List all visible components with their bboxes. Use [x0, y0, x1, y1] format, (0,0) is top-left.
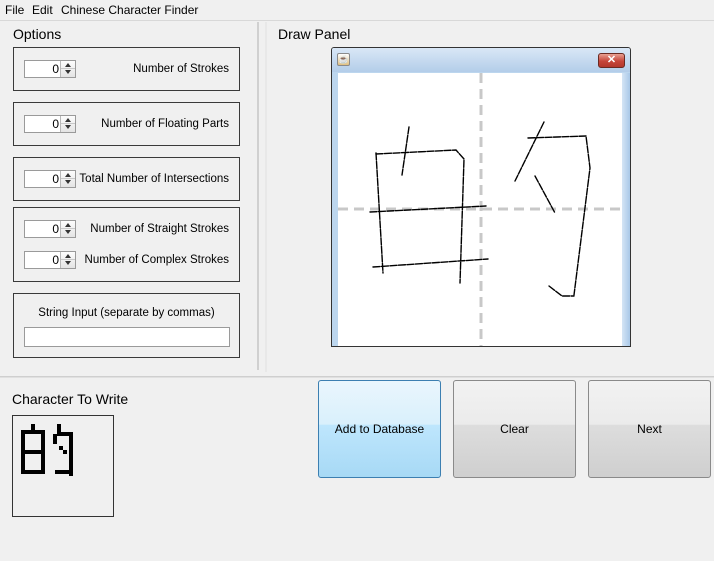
- complex-strokes-value: 0: [52, 253, 59, 267]
- spinner-down-icon[interactable]: [61, 69, 75, 77]
- strokes-value: 0: [52, 62, 59, 76]
- string-input[interactable]: [24, 327, 230, 347]
- spinner-down-icon[interactable]: [61, 124, 75, 132]
- stroke: [534, 175, 556, 214]
- stroke: [401, 126, 410, 176]
- draw-window-titlebar[interactable]: ☕ ✕: [332, 48, 630, 72]
- intersections-value: 0: [52, 172, 59, 186]
- stroke: [514, 121, 545, 182]
- stroke: [375, 152, 384, 274]
- straight-strokes-spinner[interactable]: 0: [24, 220, 76, 238]
- complex-strokes-spinner[interactable]: 0: [24, 251, 76, 269]
- straight-strokes-label: Number of Straight Strokes: [90, 223, 229, 235]
- draw-panel-title: Draw Panel: [278, 26, 351, 42]
- spinner-down-icon[interactable]: [61, 260, 75, 268]
- glyph-pixel: [21, 470, 45, 474]
- menu-file[interactable]: File: [5, 3, 24, 17]
- drawing-strokes: [338, 73, 622, 346]
- menu-edit[interactable]: Edit: [32, 3, 53, 17]
- glyph-pixel: [59, 446, 63, 450]
- stroke: [548, 285, 575, 297]
- complex-strokes-label: Number of Complex Strokes: [84, 254, 229, 266]
- spinner-down-icon[interactable]: [61, 229, 75, 237]
- options-title: Options: [13, 26, 62, 42]
- character-to-write-title: Character To Write: [12, 391, 129, 407]
- character-glyph: [21, 424, 73, 476]
- glyph-pixel: [21, 450, 45, 454]
- close-icon[interactable]: ✕: [598, 53, 625, 68]
- draw-window: ☕ ✕: [331, 47, 631, 347]
- clear-button[interactable]: Clear: [453, 380, 576, 478]
- next-button[interactable]: Next: [588, 380, 711, 478]
- intersections-spinner[interactable]: 0: [24, 170, 76, 188]
- intersections-group: 0 Total Number of Intersections: [13, 157, 240, 201]
- floating-parts-spinner[interactable]: 0: [24, 115, 76, 133]
- floating-parts-label: Number of Floating Parts: [101, 118, 229, 130]
- spinner-up-icon[interactable]: [61, 171, 75, 179]
- string-input-label: String Input (separate by commas): [38, 307, 215, 319]
- floating-parts-group: 0 Number of Floating Parts: [13, 102, 240, 146]
- character-preview: [12, 415, 114, 517]
- floating-parts-value: 0: [52, 117, 59, 131]
- spinner-up-icon[interactable]: [61, 61, 75, 69]
- glyph-pixel: [31, 424, 35, 430]
- add-to-database-button[interactable]: Add to Database: [318, 380, 441, 478]
- string-input-group: String Input (separate by commas): [13, 293, 240, 358]
- drawing-canvas[interactable]: [338, 73, 622, 346]
- stroke-types-group: 0 Number of Straight Strokes 0 Number of…: [13, 207, 240, 282]
- bottom-separator: [0, 376, 714, 378]
- strokes-spinner[interactable]: 0: [24, 60, 76, 78]
- strokes-group: 0 Number of Strokes: [13, 47, 240, 91]
- stroke: [372, 258, 489, 268]
- glyph-pixel: [55, 470, 69, 474]
- spinner-up-icon[interactable]: [61, 116, 75, 124]
- java-cup-icon: ☕: [337, 53, 350, 66]
- spinner-down-icon[interactable]: [61, 179, 75, 187]
- menu-bar: File Edit Chinese Character Finder: [0, 0, 714, 21]
- straight-strokes-value: 0: [52, 222, 59, 236]
- spinner-up-icon[interactable]: [61, 252, 75, 260]
- glyph-pixel: [63, 450, 67, 454]
- options-panel: Options 0 Number of Strokes 0 Number of …: [3, 22, 259, 370]
- intersections-label: Total Number of Intersections: [79, 173, 229, 185]
- menu-chinese-character-finder[interactable]: Chinese Character Finder: [61, 3, 198, 17]
- glyph-pixel: [53, 434, 57, 444]
- glyph-pixel: [69, 432, 73, 476]
- spinner-up-icon[interactable]: [61, 221, 75, 229]
- stroke: [527, 135, 591, 296]
- strokes-label: Number of Strokes: [133, 63, 229, 75]
